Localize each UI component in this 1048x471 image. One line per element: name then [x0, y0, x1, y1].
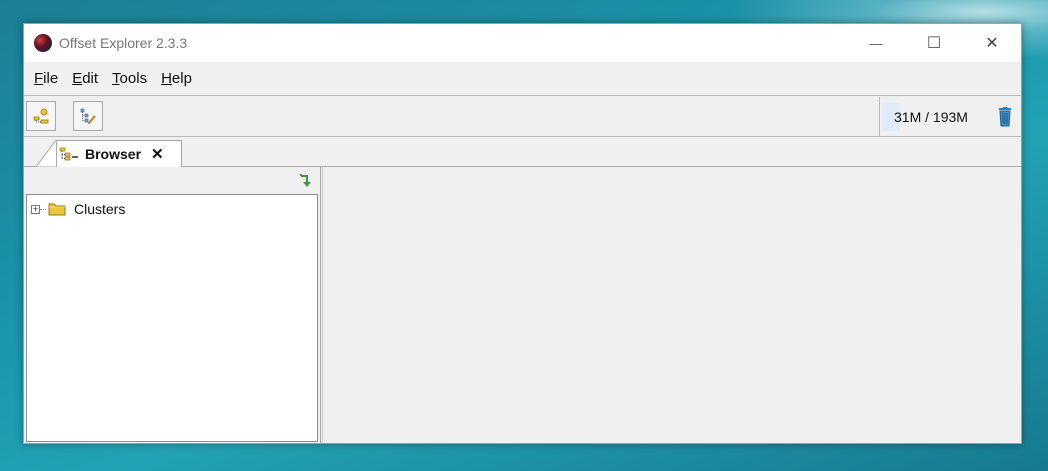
close-icon: ✕: [985, 35, 999, 52]
menu-edit[interactable]: Edit: [72, 70, 98, 87]
tree-node-label: Clusters: [74, 201, 126, 217]
browser-tree-icon: [59, 147, 78, 161]
edit-tree-button[interactable]: [73, 101, 103, 131]
menu-tools-label: ools: [119, 70, 148, 87]
menu-bar: File Edit Tools Help: [24, 62, 1021, 96]
maximize-button[interactable]: ☐: [905, 24, 963, 62]
browser-panel-toolbar: [24, 167, 320, 193]
toolbar: 31M / 193M: [24, 97, 1021, 137]
menu-file-mnemonic: F: [34, 70, 44, 87]
expand-toggle[interactable]: +: [31, 204, 40, 214]
menu-help-mnemonic: H: [161, 70, 172, 87]
window-title: Offset Explorer 2.3.3: [59, 35, 188, 51]
memory-indicator[interactable]: 31M / 193M: [879, 97, 1021, 136]
menu-file-label: ile: [43, 70, 59, 87]
folder-icon: [48, 203, 66, 216]
details-panel: [322, 167, 1021, 443]
menu-tools-mnemonic: T: [112, 70, 120, 87]
menu-help-label: elp: [171, 70, 192, 87]
app-logo-icon: [34, 34, 52, 52]
add-cluster-button[interactable]: [26, 101, 56, 131]
minimize-icon: —: [869, 35, 883, 51]
tree-connector: [40, 208, 46, 210]
tree-node-clusters[interactable]: + Clusters: [31, 201, 125, 217]
tab-browser-label: Browser: [85, 146, 142, 162]
browser-panel: + Clusters: [24, 167, 321, 443]
add-cluster-icon: [33, 108, 49, 124]
title-bar[interactable]: Offset Explorer 2.3.3 — ☐ ✕: [24, 24, 1021, 62]
memory-label: 31M / 193M: [894, 108, 968, 125]
menu-help[interactable]: Help: [161, 70, 192, 87]
close-button[interactable]: ✕: [963, 24, 1021, 62]
trash-icon[interactable]: [997, 107, 1013, 127]
tab-close-icon[interactable]: ✕: [151, 145, 164, 163]
cluster-tree[interactable]: + Clusters: [26, 194, 318, 442]
edit-tree-icon: [80, 108, 96, 124]
refresh-arrow-icon[interactable]: [298, 173, 314, 189]
menu-edit-mnemonic: E: [72, 70, 83, 87]
menu-file[interactable]: File: [34, 70, 58, 87]
maximize-icon: ☐: [926, 35, 942, 52]
app-window: Offset Explorer 2.3.3 — ☐ ✕ File Edit To…: [23, 23, 1022, 444]
menu-edit-label: dit: [82, 70, 99, 87]
tab-browser[interactable]: Browser ✕: [56, 140, 182, 167]
window-controls: — ☐ ✕: [847, 24, 1021, 62]
menu-tools[interactable]: Tools: [112, 70, 147, 87]
tab-bar: Browser ✕: [24, 137, 1021, 167]
minimize-button[interactable]: —: [847, 24, 905, 62]
